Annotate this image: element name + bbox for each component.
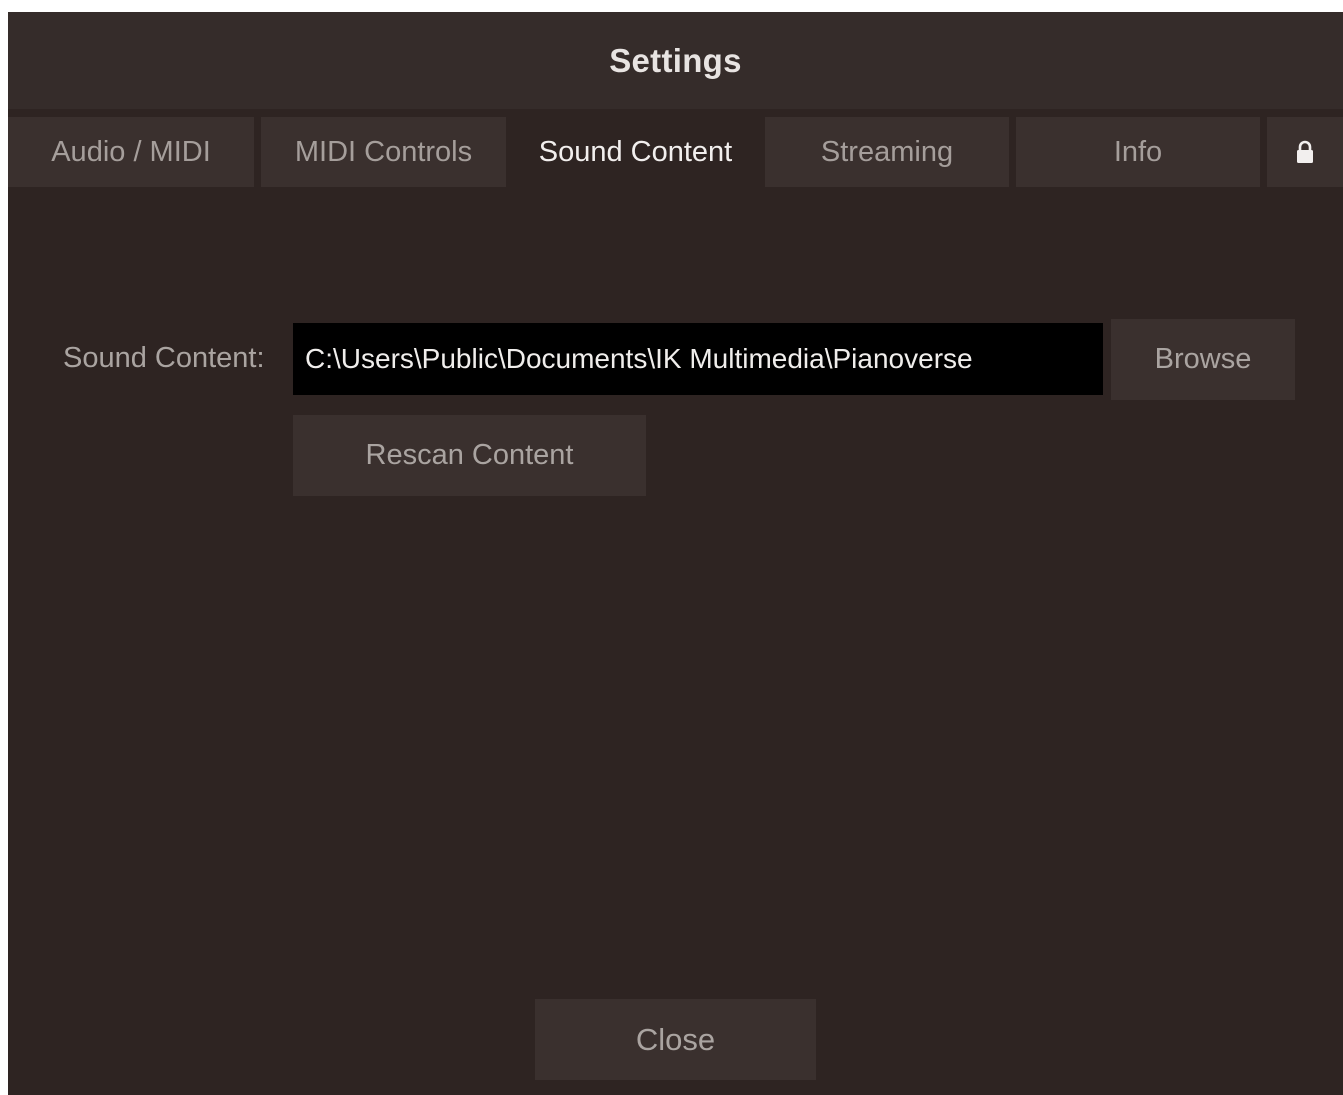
close-button-label: Close bbox=[635, 1021, 716, 1057]
rescan-content-button[interactable]: Rescan Content bbox=[293, 415, 646, 496]
sound-content-label: Sound Content: bbox=[63, 342, 265, 374]
tab-bar: Audio / MIDI MIDI Controls Sound Content… bbox=[8, 117, 1343, 187]
tab-midi-controls[interactable]: MIDI Controls bbox=[261, 117, 506, 187]
window-title: Settings bbox=[609, 41, 742, 79]
browse-button[interactable]: Browse bbox=[1111, 319, 1295, 400]
tab-info[interactable]: Info bbox=[1016, 117, 1260, 187]
tab-sound-content[interactable]: Sound Content bbox=[513, 117, 758, 187]
rescan-content-button-label: Rescan Content bbox=[365, 439, 574, 471]
tab-label: Streaming bbox=[820, 135, 954, 168]
tab-label: MIDI Controls bbox=[294, 135, 473, 168]
tab-label: Audio / MIDI bbox=[51, 135, 211, 168]
lock-icon bbox=[1295, 140, 1315, 164]
tab-label: Sound Content bbox=[538, 135, 733, 168]
title-bar: Settings bbox=[8, 12, 1343, 109]
tab-lock[interactable] bbox=[1267, 117, 1343, 187]
sound-content-path-field[interactable] bbox=[293, 323, 1103, 395]
tab-audio-midi[interactable]: Audio / MIDI bbox=[8, 117, 254, 187]
browse-button-label: Browse bbox=[1154, 343, 1252, 375]
tab-label: Info bbox=[1113, 135, 1163, 168]
settings-window: Settings Audio / MIDI MIDI Controls Soun… bbox=[8, 12, 1343, 1095]
tab-streaming[interactable]: Streaming bbox=[765, 117, 1009, 187]
close-button[interactable]: Close bbox=[535, 999, 816, 1080]
